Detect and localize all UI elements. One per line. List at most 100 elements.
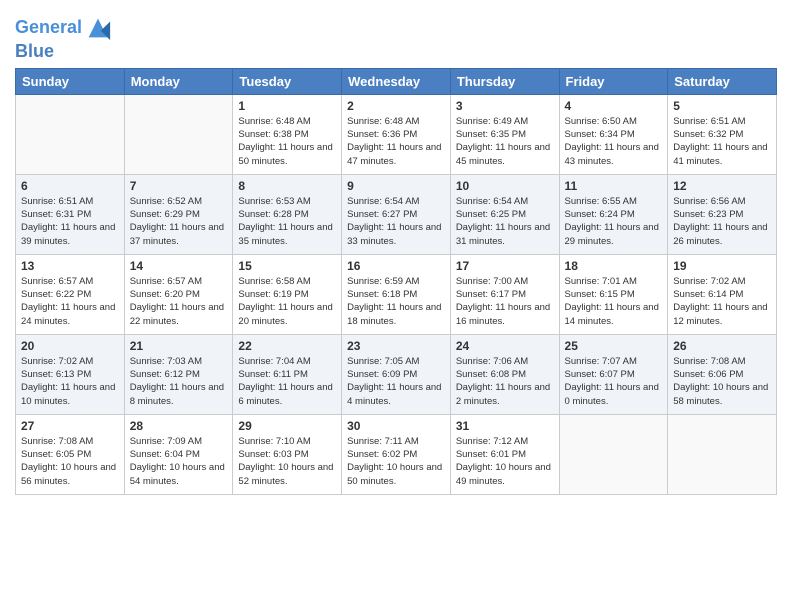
header-cell-thursday: Thursday	[450, 68, 559, 94]
calendar-cell: 5 Sunrise: 6:51 AM Sunset: 6:32 PM Daylig…	[668, 94, 777, 174]
day-number: 16	[347, 259, 445, 273]
calendar-cell: 24Sunrise: 7:06 AM Sunset: 6:08 PM Dayli…	[450, 334, 559, 414]
calendar-cell: 15Sunrise: 6:58 AM Sunset: 6:19 PM Dayli…	[233, 254, 342, 334]
day-number: 4	[565, 99, 663, 113]
day-info: Sunrise: 6:58 AM Sunset: 6:19 PM Dayligh…	[238, 275, 336, 328]
day-info: Sunrise: 7:11 AM Sunset: 6:02 PM Dayligh…	[347, 435, 445, 488]
calendar-cell: 8 Sunrise: 6:53 AM Sunset: 6:28 PM Daylig…	[233, 174, 342, 254]
calendar-cell: 31 Sunrise: 7:12 AM Sunset: 6:01 PM Dayli…	[450, 414, 559, 494]
day-info: Sunrise: 6:56 AM Sunset: 6:23 PM Dayligh…	[673, 195, 771, 248]
day-info: Sunrise: 6:53 AM Sunset: 6:28 PM Dayligh…	[238, 195, 336, 248]
day-info: Sunrise: 7:08 AM Sunset: 6:05 PM Dayligh…	[21, 435, 119, 488]
day-number: 8	[238, 179, 336, 193]
calendar-cell: 28 Sunrise: 7:09 AM Sunset: 6:04 PM Dayli…	[124, 414, 233, 494]
day-info: Sunrise: 6:48 AM Sunset: 6:36 PM Dayligh…	[347, 115, 445, 168]
page: General Blue SundayMondayTuesdayWednesda…	[0, 0, 792, 612]
calendar-cell: 14 Sunrise: 6:57 AM Sunset: 6:20 PM Dayli…	[124, 254, 233, 334]
day-number: 18	[565, 259, 663, 273]
header-cell-wednesday: Wednesday	[342, 68, 451, 94]
day-number: 23	[347, 339, 445, 353]
header-cell-sunday: Sunday	[16, 68, 125, 94]
day-info: Sunrise: 6:50 AM Sunset: 6:34 PM Dayligh…	[565, 115, 663, 168]
header-row: SundayMondayTuesdayWednesdayThursdayFrid…	[16, 68, 777, 94]
calendar-cell: 23 Sunrise: 7:05 AM Sunset: 6:09 PM Dayli…	[342, 334, 451, 414]
day-info: Sunrise: 7:09 AM Sunset: 6:04 PM Dayligh…	[130, 435, 228, 488]
week-row-4: 20 Sunrise: 7:02 AM Sunset: 6:13 PM Dayli…	[16, 334, 777, 414]
day-info: Sunrise: 6:54 AM Sunset: 6:25 PM Dayligh…	[456, 195, 554, 248]
day-info: Sunrise: 6:51 AM Sunset: 6:31 PM Dayligh…	[21, 195, 119, 248]
day-info: Sunrise: 6:59 AM Sunset: 6:18 PM Dayligh…	[347, 275, 445, 328]
day-number: 31	[456, 419, 554, 433]
day-number: 10	[456, 179, 554, 193]
day-info: Sunrise: 7:05 AM Sunset: 6:09 PM Dayligh…	[347, 355, 445, 408]
day-number: 17	[456, 259, 554, 273]
day-number: 2	[347, 99, 445, 113]
day-info: Sunrise: 7:10 AM Sunset: 6:03 PM Dayligh…	[238, 435, 336, 488]
day-info: Sunrise: 6:48 AM Sunset: 6:38 PM Dayligh…	[238, 115, 336, 168]
day-info: Sunrise: 7:02 AM Sunset: 6:13 PM Dayligh…	[21, 355, 119, 408]
day-number: 12	[673, 179, 771, 193]
day-number: 11	[565, 179, 663, 193]
calendar-cell	[16, 94, 125, 174]
day-number: 19	[673, 259, 771, 273]
logo-text-blue: Blue	[15, 42, 112, 62]
calendar-cell: 9Sunrise: 6:54 AM Sunset: 6:27 PM Daylig…	[342, 174, 451, 254]
header-cell-saturday: Saturday	[668, 68, 777, 94]
day-number: 14	[130, 259, 228, 273]
day-info: Sunrise: 7:02 AM Sunset: 6:14 PM Dayligh…	[673, 275, 771, 328]
day-number: 27	[21, 419, 119, 433]
day-info: Sunrise: 7:03 AM Sunset: 6:12 PM Dayligh…	[130, 355, 228, 408]
logo-text: General	[15, 18, 82, 38]
day-info: Sunrise: 7:00 AM Sunset: 6:17 PM Dayligh…	[456, 275, 554, 328]
calendar-cell: 29Sunrise: 7:10 AM Sunset: 6:03 PM Dayli…	[233, 414, 342, 494]
calendar-cell	[124, 94, 233, 174]
calendar-cell: 19 Sunrise: 7:02 AM Sunset: 6:14 PM Dayli…	[668, 254, 777, 334]
day-number: 6	[21, 179, 119, 193]
header-cell-tuesday: Tuesday	[233, 68, 342, 94]
day-info: Sunrise: 7:04 AM Sunset: 6:11 PM Dayligh…	[238, 355, 336, 408]
calendar-cell: 6 Sunrise: 6:51 AM Sunset: 6:31 PM Daylig…	[16, 174, 125, 254]
week-row-1: 1 Sunrise: 6:48 AM Sunset: 6:38 PM Daylig…	[16, 94, 777, 174]
calendar-cell: 3Sunrise: 6:49 AM Sunset: 6:35 PM Daylig…	[450, 94, 559, 174]
day-info: Sunrise: 7:08 AM Sunset: 6:06 PM Dayligh…	[673, 355, 771, 408]
day-number: 13	[21, 259, 119, 273]
calendar-cell: 11 Sunrise: 6:55 AM Sunset: 6:24 PM Dayli…	[559, 174, 668, 254]
day-number: 21	[130, 339, 228, 353]
day-number: 22	[238, 339, 336, 353]
calendar-cell: 13 Sunrise: 6:57 AM Sunset: 6:22 PM Dayli…	[16, 254, 125, 334]
calendar-cell: 4 Sunrise: 6:50 AM Sunset: 6:34 PM Daylig…	[559, 94, 668, 174]
day-info: Sunrise: 7:12 AM Sunset: 6:01 PM Dayligh…	[456, 435, 554, 488]
day-number: 28	[130, 419, 228, 433]
calendar-cell: 30 Sunrise: 7:11 AM Sunset: 6:02 PM Dayli…	[342, 414, 451, 494]
day-info: Sunrise: 6:55 AM Sunset: 6:24 PM Dayligh…	[565, 195, 663, 248]
day-info: Sunrise: 7:07 AM Sunset: 6:07 PM Dayligh…	[565, 355, 663, 408]
calendar-cell: 27 Sunrise: 7:08 AM Sunset: 6:05 PM Dayli…	[16, 414, 125, 494]
day-number: 1	[238, 99, 336, 113]
week-row-5: 27 Sunrise: 7:08 AM Sunset: 6:05 PM Dayli…	[16, 414, 777, 494]
calendar-cell	[668, 414, 777, 494]
calendar-cell: 7Sunrise: 6:52 AM Sunset: 6:29 PM Daylig…	[124, 174, 233, 254]
calendar-cell	[559, 414, 668, 494]
calendar-body: 1 Sunrise: 6:48 AM Sunset: 6:38 PM Daylig…	[16, 94, 777, 494]
calendar-cell: 22 Sunrise: 7:04 AM Sunset: 6:11 PM Dayli…	[233, 334, 342, 414]
day-number: 5	[673, 99, 771, 113]
day-number: 24	[456, 339, 554, 353]
header-cell-friday: Friday	[559, 68, 668, 94]
day-number: 26	[673, 339, 771, 353]
calendar-cell: 20 Sunrise: 7:02 AM Sunset: 6:13 PM Dayli…	[16, 334, 125, 414]
day-number: 30	[347, 419, 445, 433]
day-info: Sunrise: 6:49 AM Sunset: 6:35 PM Dayligh…	[456, 115, 554, 168]
day-number: 20	[21, 339, 119, 353]
day-info: Sunrise: 6:51 AM Sunset: 6:32 PM Dayligh…	[673, 115, 771, 168]
day-info: Sunrise: 6:52 AM Sunset: 6:29 PM Dayligh…	[130, 195, 228, 248]
calendar-cell: 17 Sunrise: 7:00 AM Sunset: 6:17 PM Dayli…	[450, 254, 559, 334]
calendar: SundayMondayTuesdayWednesdayThursdayFrid…	[15, 68, 777, 495]
week-row-2: 6 Sunrise: 6:51 AM Sunset: 6:31 PM Daylig…	[16, 174, 777, 254]
calendar-cell: 21 Sunrise: 7:03 AM Sunset: 6:12 PM Dayli…	[124, 334, 233, 414]
day-info: Sunrise: 6:57 AM Sunset: 6:20 PM Dayligh…	[130, 275, 228, 328]
calendar-cell: 26 Sunrise: 7:08 AM Sunset: 6:06 PM Dayli…	[668, 334, 777, 414]
day-info: Sunrise: 6:57 AM Sunset: 6:22 PM Dayligh…	[21, 275, 119, 328]
calendar-header: SundayMondayTuesdayWednesdayThursdayFrid…	[16, 68, 777, 94]
day-info: Sunrise: 6:54 AM Sunset: 6:27 PM Dayligh…	[347, 195, 445, 248]
calendar-cell: 25Sunrise: 7:07 AM Sunset: 6:07 PM Dayli…	[559, 334, 668, 414]
